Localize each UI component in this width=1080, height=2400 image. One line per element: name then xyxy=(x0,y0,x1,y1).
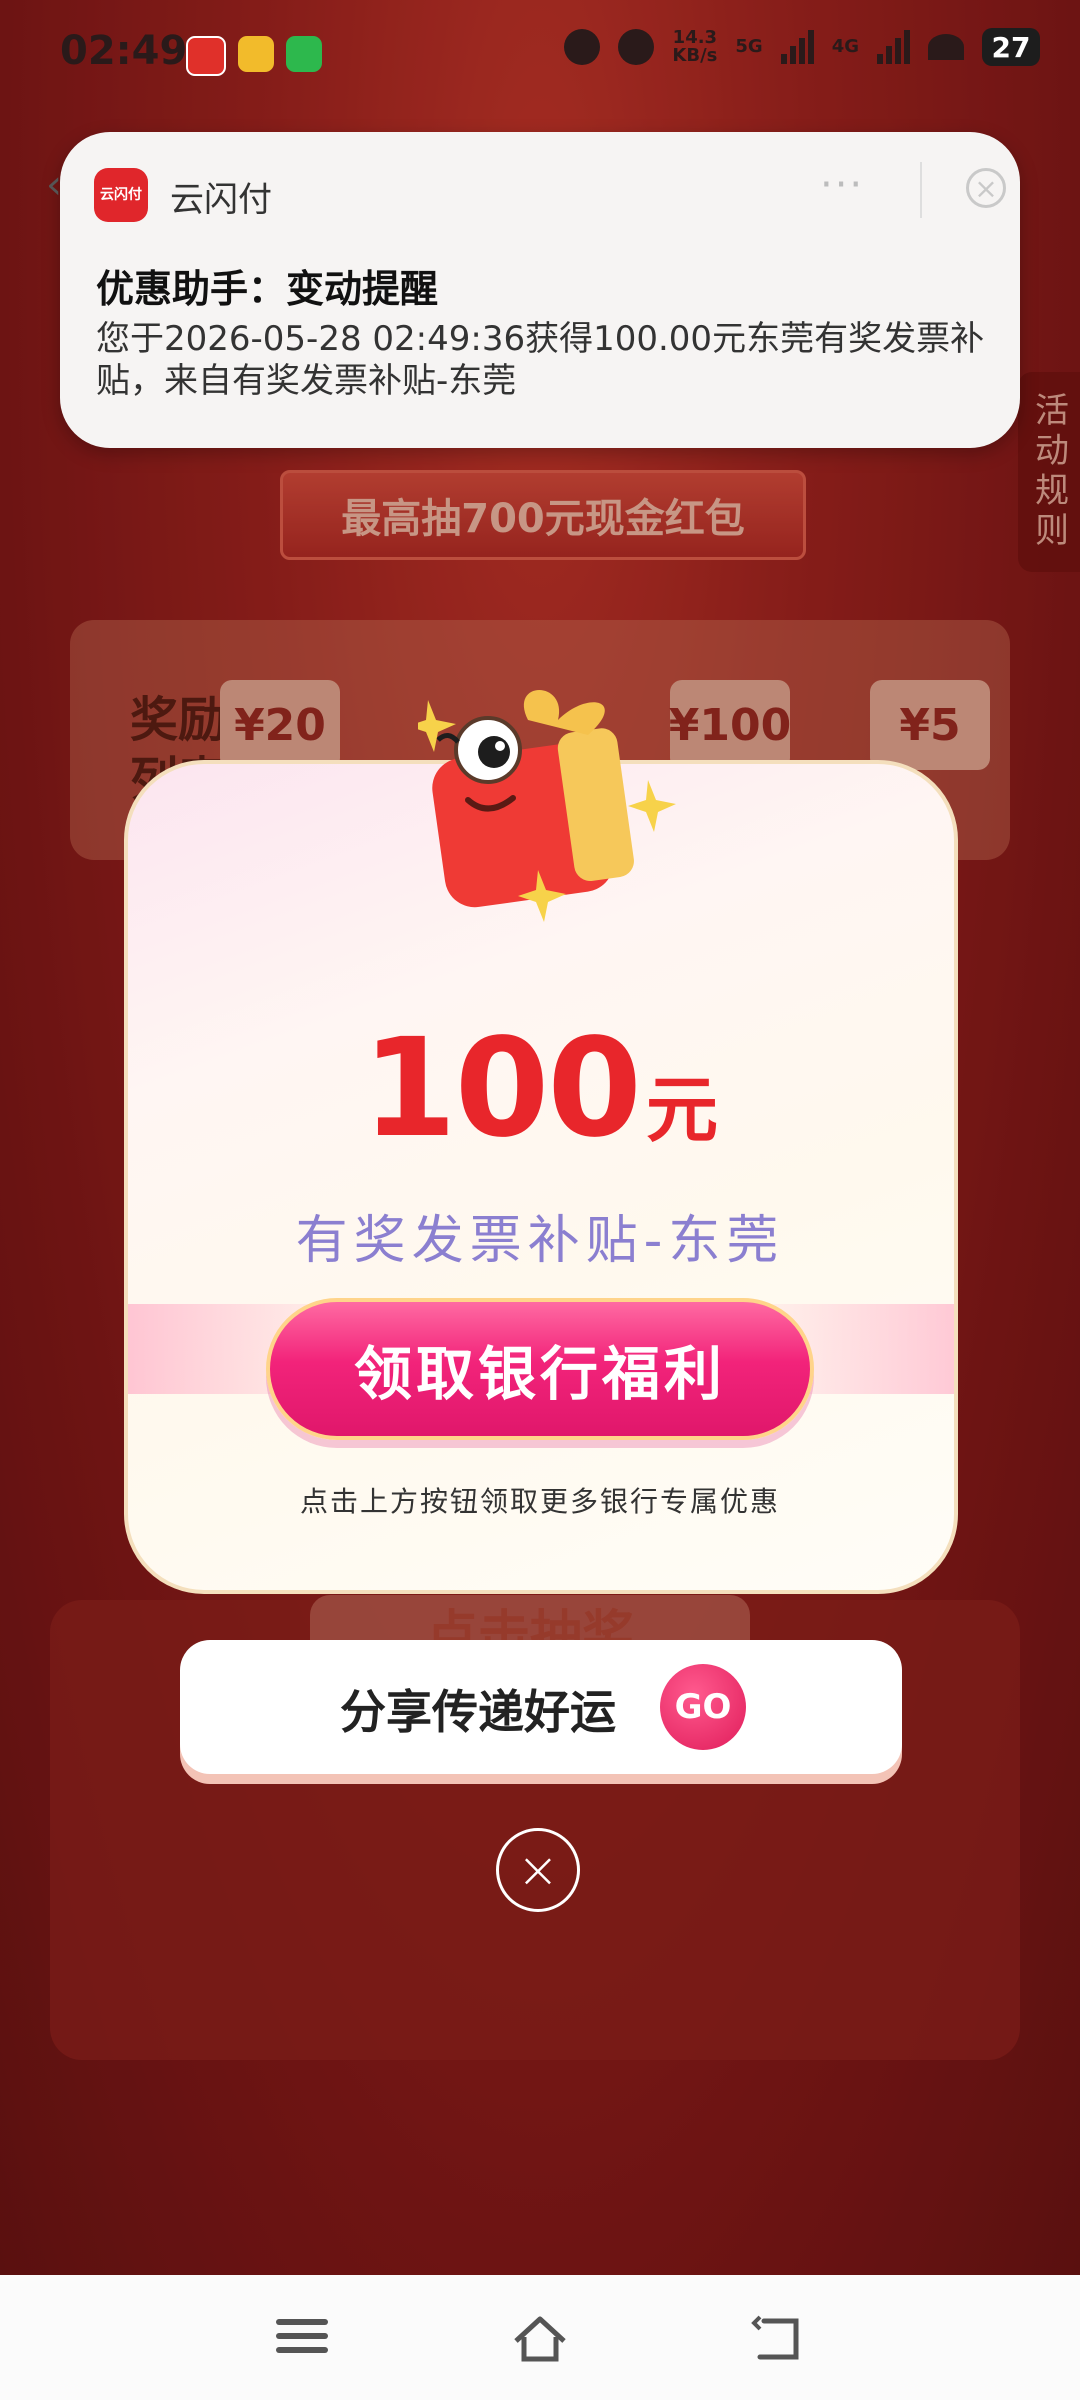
go-button[interactable]: GO xyxy=(660,1664,746,1750)
push-notification[interactable]: ‹ 云闪付 云闪付 ··· × 优惠助手：变动提醒 您于2026-05-28 0… xyxy=(46,132,1020,448)
share-text: 分享传递好运 xyxy=(340,1685,616,1739)
notification-app-name: 云闪付 xyxy=(170,180,272,220)
wifi-icon xyxy=(928,34,964,60)
subsidy-name: 有奖发票补贴-东莞 xyxy=(295,1211,785,1271)
amount-value: 100 xyxy=(362,1010,642,1168)
signal-icon xyxy=(780,30,814,64)
alarm-icon xyxy=(564,29,601,65)
notification-title: 优惠助手：变动提醒 xyxy=(96,267,439,311)
divider xyxy=(920,162,922,218)
battery-level: 27 xyxy=(982,28,1040,66)
home-icon[interactable] xyxy=(510,2311,570,2367)
sim1-label: 5G xyxy=(735,36,763,57)
close-icon[interactable]: × xyxy=(966,168,1006,208)
back-chevron-icon[interactable]: ‹ xyxy=(46,162,62,208)
notification-body: 您于2026-05-28 02:49:36获得100.00元东莞有奖发票补贴，来… xyxy=(96,319,985,401)
status-notification-icons xyxy=(186,36,322,76)
net-speed: 14.3 KB/s xyxy=(672,29,717,65)
claim-bank-benefit-button[interactable]: 领取银行福利 xyxy=(266,1298,814,1440)
reward-amount: 100元 xyxy=(0,1010,1080,1168)
modal-close-icon[interactable]: × xyxy=(496,1828,580,1912)
recents-menu-icon[interactable] xyxy=(272,2311,332,2367)
phone-icon xyxy=(286,36,322,72)
status-bar: 02:49 14.3 KB/s 5G 4G 27 xyxy=(0,0,1080,110)
mute-icon xyxy=(618,29,655,65)
amount-unit: 元 xyxy=(645,1068,718,1152)
unionpay-app-icon xyxy=(186,36,226,76)
signal-icon xyxy=(877,30,910,64)
sim2-label: 4G xyxy=(831,36,859,57)
share-luck-button[interactable]: 分享传递好运 GO xyxy=(180,1640,902,1774)
back-icon[interactable] xyxy=(750,2311,810,2367)
navigation-bar xyxy=(0,2275,1080,2400)
net-speed-unit: KB/s xyxy=(672,45,718,66)
unionpay-app-icon: 云闪付 xyxy=(94,168,148,222)
claim-hint: 点击上方按钮领取更多银行专属优惠 xyxy=(299,1485,780,1518)
status-right-group: 14.3 KB/s 5G 4G 27 xyxy=(564,28,1040,66)
more-options-icon[interactable]: ··· xyxy=(820,162,864,208)
message-icon xyxy=(238,36,274,72)
status-time: 02:49 xyxy=(60,28,188,74)
gift-mascot-icon xyxy=(418,690,676,922)
